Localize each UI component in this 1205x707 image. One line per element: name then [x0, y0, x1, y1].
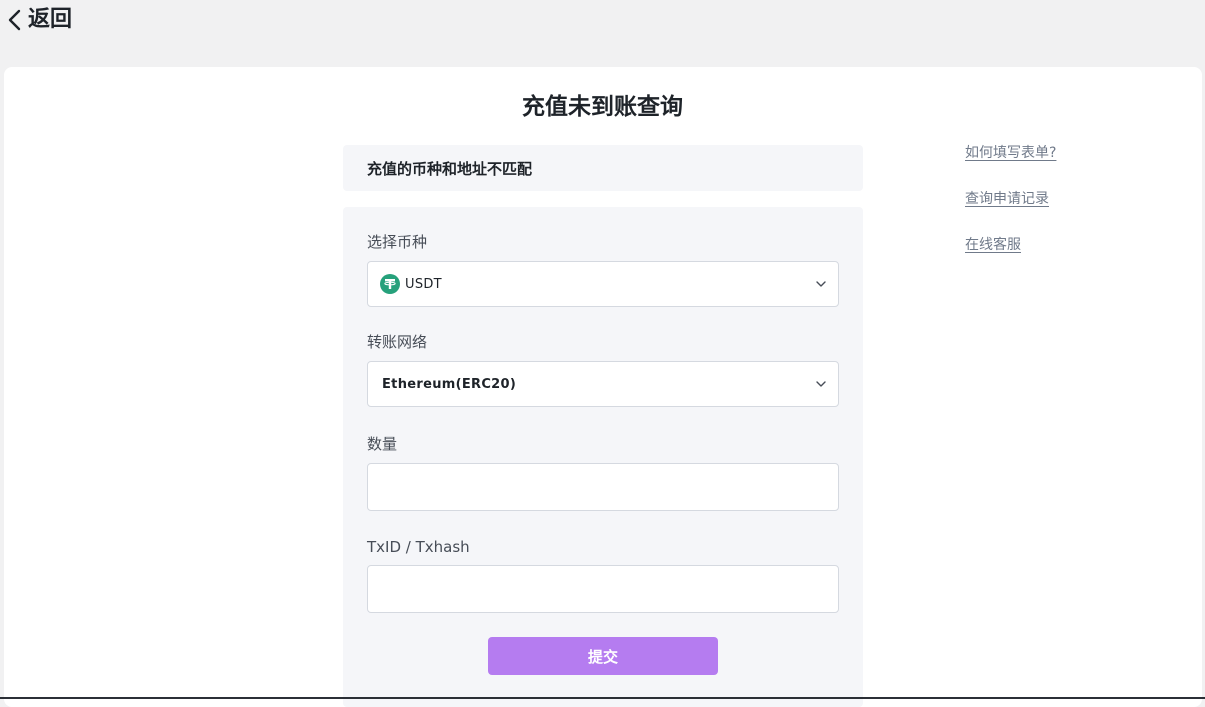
tether-coin-icon	[380, 274, 400, 294]
page-title: 充值未到账查询	[522, 94, 683, 120]
notice-text: 充值的币种和地址不匹配	[367, 159, 533, 178]
txid-input[interactable]	[368, 566, 838, 612]
txid-field-box	[367, 565, 839, 613]
network-select[interactable]: Ethereum(ERC20)	[367, 361, 839, 407]
top-bar: 返回	[0, 0, 1205, 66]
amount-input[interactable]	[368, 464, 838, 510]
amount-field-box	[367, 463, 839, 511]
help-link-how-to-fill[interactable]: 如何填写表单?	[965, 143, 1056, 163]
help-link-records[interactable]: 查询申请记录	[965, 189, 1049, 209]
notice-banner: 充值的币种和地址不匹配	[343, 145, 863, 191]
back-label: 返回	[28, 7, 73, 32]
submit-button[interactable]: 提交	[488, 637, 718, 675]
coin-select-value: USDT	[405, 276, 442, 292]
txid-label: TxID / Txhash	[367, 538, 470, 556]
chevron-left-icon	[8, 9, 21, 31]
network-select-value: Ethereum(ERC20)	[382, 376, 517, 392]
amount-label: 数量	[367, 435, 398, 453]
chevron-down-icon	[816, 281, 826, 287]
help-link-support[interactable]: 在线客服	[965, 235, 1021, 255]
submit-label: 提交	[587, 647, 618, 666]
network-label: 转账网络	[367, 333, 428, 351]
coin-label: 选择币种	[367, 233, 428, 251]
coin-select[interactable]: USDT	[367, 261, 839, 307]
back-button[interactable]: 返回	[6, 4, 72, 36]
chevron-down-icon	[816, 381, 826, 387]
